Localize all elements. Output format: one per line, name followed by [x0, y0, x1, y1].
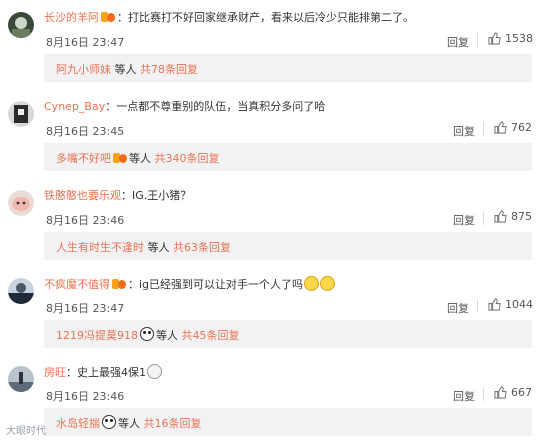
comment-date: 8月16日 23:45 [46, 125, 125, 138]
username[interactable]: 不疯魔不值得 [44, 278, 110, 291]
vip-badge-icon [112, 278, 126, 290]
like-button[interactable]: 762 [494, 121, 532, 134]
panda-badge-icon [140, 327, 154, 341]
panda-badge-icon [102, 415, 116, 429]
avatar-image [8, 12, 34, 38]
comment-item: 不疯魔不值得 ：ig已经强到可以让对手一个人了吗 8月16日 23:47 回复 1… [0, 266, 540, 354]
like-count: 1538 [505, 32, 533, 45]
watermark: 大眼时代 [6, 422, 46, 437]
divider [483, 211, 484, 225]
sub-reply-count[interactable]: 共45条回复 [182, 329, 240, 342]
reply-button[interactable]: 回复 [453, 212, 475, 228]
like-count: 875 [511, 210, 532, 223]
avatar[interactable] [8, 101, 34, 127]
thumbs-up-icon [494, 121, 507, 134]
reply-button[interactable]: 回复 [453, 123, 475, 139]
username[interactable]: 房旺 [44, 366, 66, 379]
comment-text: IG.王小猪？ [132, 189, 192, 202]
sub-reply-count[interactable]: 共16条回复 [144, 417, 202, 430]
sub-reply-user[interactable]: 阿九小师妹 [56, 63, 111, 76]
comment-line: 长沙的羊阿 ：打比赛打不好回家继承财产，看来以后冷少只能排第二了。 [44, 11, 414, 24]
comment-text: 打比赛打不好回家继承财产，看来以后冷少只能排第二了。 [128, 11, 414, 24]
sub-reply-user[interactable]: 多嘴不好吧 [56, 152, 111, 165]
sub-reply-count[interactable]: 共63条回复 [173, 241, 231, 254]
emoji-icon [320, 276, 336, 291]
like-count: 762 [511, 121, 532, 134]
comment-date: 8月16日 23:47 [46, 302, 125, 315]
comment-date: 8月16日 23:47 [46, 36, 125, 49]
sub-reply-mid: 等人 [118, 417, 140, 430]
emoji-icon [147, 364, 162, 379]
divider [477, 33, 478, 47]
comment-item: 长沙的羊阿 ：打比赛打不好回家继承财产，看来以后冷少只能排第二了。 8月16日 2… [0, 0, 540, 88]
like-button[interactable]: 667 [494, 386, 532, 399]
vip-badge-icon [113, 152, 127, 164]
sub-reply-count[interactable]: 共78条回复 [140, 63, 198, 76]
avatar-image [8, 278, 34, 304]
avatar-image [8, 101, 34, 127]
sub-reply-mid: 等人 [156, 329, 178, 342]
emoji-icon [304, 276, 320, 291]
like-button[interactable]: 875 [494, 210, 532, 223]
username[interactable]: 铁憨憨也要乐观 [44, 189, 121, 202]
sub-reply-mid: 等人 [129, 152, 151, 165]
vip-badge-icon [101, 11, 115, 23]
like-count: 1044 [505, 298, 533, 311]
avatar-image [8, 190, 34, 216]
reply-button[interactable]: 回复 [453, 388, 475, 404]
comment-text: 一点都不尊重别的队伍，当真积分多问了哈 [116, 100, 326, 113]
sub-reply-mid: 等人 [114, 63, 137, 76]
avatar[interactable] [8, 278, 34, 304]
comment-text: ig已经强到可以让对手一个人了吗 [139, 278, 304, 291]
sub-replies[interactable]: 人生有时生不逢时 等人 共63条回复 [44, 232, 532, 260]
comment-item: 铁憨憨也要乐观：IG.王小猪？ 8月16日 23:46 回复 875 人生有时生… [0, 178, 540, 266]
sub-replies[interactable]: 水岛轻揣 等人 共16条回复 [44, 408, 532, 436]
comment-line: 房旺：史上最强4保1 [44, 364, 162, 381]
watermark-text: 大眼时代 [6, 426, 46, 437]
divider [483, 122, 484, 136]
divider [477, 299, 478, 313]
comment-text: 史上最强4保1 [77, 366, 146, 379]
avatar[interactable] [8, 190, 34, 216]
avatar[interactable] [8, 12, 34, 38]
username[interactable]: Cynep_Bay [44, 100, 105, 113]
like-button[interactable]: 1044 [488, 298, 533, 311]
comment-date: 8月16日 23:46 [46, 214, 125, 227]
avatar-image [8, 366, 34, 392]
thumbs-up-icon [494, 386, 507, 399]
sub-reply-user[interactable]: 人生有时生不逢时 [56, 241, 144, 254]
reply-button[interactable]: 回复 [447, 300, 469, 316]
sub-reply-user[interactable]: 1219冯提莫918 [56, 329, 138, 342]
thumbs-up-icon [488, 32, 501, 45]
sub-reply-mid: 等人 [147, 241, 170, 254]
comment-date: 8月16日 23:46 [46, 390, 125, 403]
username[interactable]: 长沙的羊阿 [44, 11, 99, 24]
comment-line: 不疯魔不值得 ：ig已经强到可以让对手一个人了吗 [44, 276, 336, 293]
comment-item: 房旺：史上最强4保1 8月16日 23:46 回复 667 水岛轻揣 等人 共16… [0, 354, 540, 442]
comment-line: Cynep_Bay：一点都不尊重别的队伍，当真积分多问了哈 [44, 100, 326, 113]
like-count: 667 [511, 386, 532, 399]
sub-replies[interactable]: 1219冯提莫918 等人 共45条回复 [44, 320, 532, 348]
reply-button[interactable]: 回复 [447, 34, 469, 50]
thumbs-up-icon [494, 210, 507, 223]
sub-reply-user[interactable]: 水岛轻揣 [56, 417, 100, 430]
comment-item: Cynep_Bay：一点都不尊重别的队伍，当真积分多问了哈 8月16日 23:4… [0, 89, 540, 177]
divider [483, 387, 484, 401]
thumbs-up-icon [488, 298, 501, 311]
comment-line: 铁憨憨也要乐观：IG.王小猪？ [44, 189, 192, 202]
sub-replies[interactable]: 阿九小师妹 等人 共78条回复 [44, 54, 532, 82]
sub-replies[interactable]: 多嘴不好吧 等人 共340条回复 [44, 143, 532, 171]
like-button[interactable]: 1538 [488, 32, 533, 45]
sub-reply-count[interactable]: 共340条回复 [155, 152, 220, 165]
avatar[interactable] [8, 366, 34, 392]
